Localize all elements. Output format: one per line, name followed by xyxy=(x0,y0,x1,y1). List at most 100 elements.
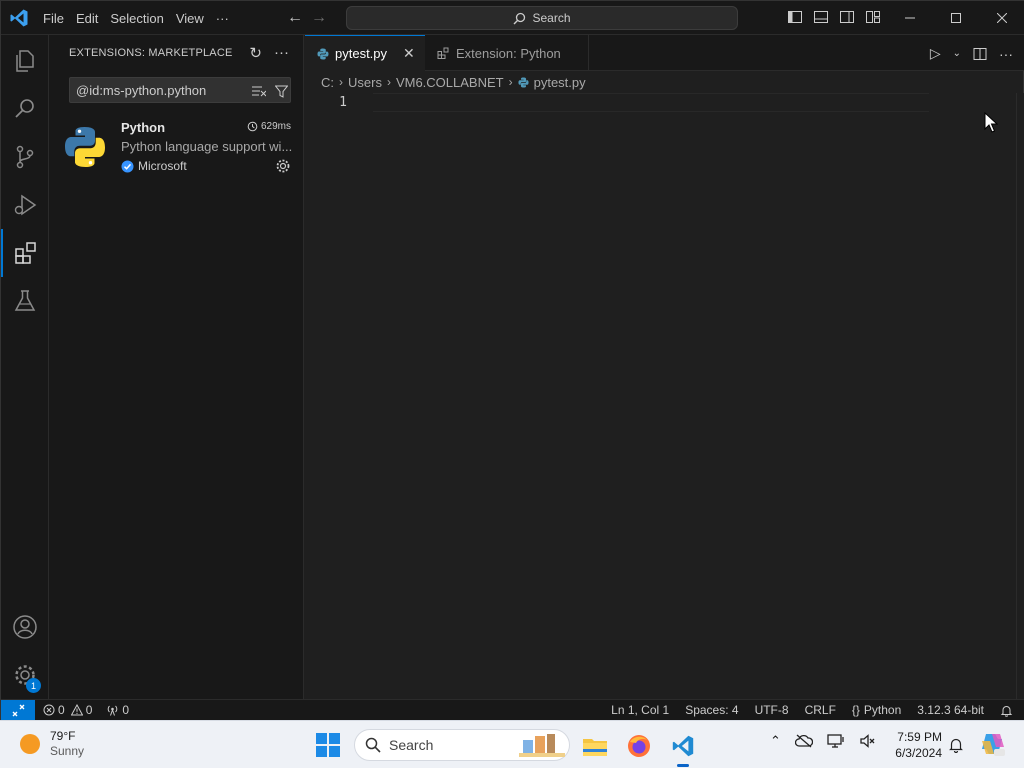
window-controls xyxy=(887,1,1024,35)
problems-indicator[interactable]: 0 0 xyxy=(43,703,92,717)
extensions-activity[interactable] xyxy=(1,229,49,277)
warning-count: 0 xyxy=(85,703,93,717)
extension-search-box xyxy=(69,77,291,103)
vscode-taskbar-icon[interactable] xyxy=(666,729,700,767)
menu-selection[interactable]: Selection xyxy=(104,11,169,26)
breadcrumb-file[interactable]: pytest.py xyxy=(534,75,586,90)
editor-scrollbar[interactable] xyxy=(1016,93,1017,699)
toggle-panel-icon[interactable] xyxy=(813,9,829,25)
editor-actions: ▷ ⌄ ··· xyxy=(930,45,1013,62)
publisher-name: Microsoft xyxy=(138,159,187,173)
weather-widget[interactable]: 79°F Sunny xyxy=(20,729,84,759)
language-mode[interactable]: {} Python xyxy=(852,703,901,717)
extension-description: Python language support wi... xyxy=(121,139,293,154)
run-options-chevron-icon[interactable]: ⌄ xyxy=(953,48,961,59)
vscode-logo-icon[interactable] xyxy=(9,8,29,28)
explorer-activity[interactable] xyxy=(1,37,49,85)
extensions-sidebar: EXTENSIONS: MARKETPLACE ↻ ··· Python xyxy=(49,35,304,699)
clear-filter-icon[interactable] xyxy=(250,82,268,100)
menu-file[interactable]: File xyxy=(37,11,70,26)
menu-view[interactable]: View xyxy=(170,11,210,26)
indentation[interactable]: Spaces: 4 xyxy=(685,703,738,717)
accounts-activity[interactable] xyxy=(1,603,49,651)
run-debug-activity[interactable] xyxy=(1,181,49,229)
start-button-windows-icon[interactable] xyxy=(316,733,340,757)
ports-indicator[interactable]: 0 xyxy=(106,703,129,717)
forward-arrow-icon[interactable]: → xyxy=(311,9,327,27)
copilot-icon[interactable] xyxy=(980,731,1006,757)
split-editor-icon[interactable] xyxy=(973,47,987,61)
broadcast-icon xyxy=(108,705,118,716)
more-actions-icon[interactable]: ··· xyxy=(274,44,289,62)
run-python-file-icon[interactable]: ▷ xyxy=(930,45,941,62)
source-control-activity[interactable] xyxy=(1,133,49,181)
close-window-button[interactable] xyxy=(979,1,1024,35)
notification-bell-icon[interactable] xyxy=(948,737,964,753)
cursor-position[interactable]: Ln 1, Col 1 xyxy=(611,703,669,717)
search-highlight-icon xyxy=(519,734,565,757)
mouse-pointer-icon xyxy=(984,112,998,133)
file-explorer-taskbar-icon[interactable] xyxy=(578,729,612,763)
status-bar: 0 0 0 Ln 1, Col 1 Spaces: 4 UTF-8 CRLF {… xyxy=(1,699,1024,721)
python-interpreter[interactable]: 3.12.3 64-bit xyxy=(917,703,984,717)
activation-time-text: 629ms xyxy=(260,121,291,132)
error-icon xyxy=(43,704,55,716)
onedrive-offline-icon[interactable] xyxy=(794,734,813,748)
breadcrumb: C: › Users › VM6.COLLABNET › pytest.py xyxy=(305,71,1024,93)
taskbar-clock[interactable]: 7:59 PM 6/3/2024 xyxy=(880,729,942,761)
toggle-primary-sidebar-icon[interactable] xyxy=(787,9,803,25)
taskbar-search[interactable]: Search xyxy=(354,729,570,761)
layout-controls xyxy=(787,9,881,25)
language-label: Python xyxy=(863,703,902,717)
encoding[interactable]: UTF-8 xyxy=(755,703,789,717)
breadcrumb-user-folder[interactable]: VM6.COLLABNET xyxy=(396,75,504,90)
files-icon xyxy=(16,50,34,72)
volume-muted-icon[interactable] xyxy=(859,733,877,749)
search-activity[interactable] xyxy=(1,85,49,133)
breadcrumb-users[interactable]: Users xyxy=(348,75,382,90)
clock-time: 7:59 PM xyxy=(897,730,942,744)
manage-activity[interactable]: 1 xyxy=(1,651,49,699)
tab-label: pytest.py xyxy=(335,46,388,61)
search-icon xyxy=(15,99,34,118)
error-count: 0 xyxy=(58,703,65,717)
refresh-icon[interactable]: ↻ xyxy=(249,44,262,62)
menu-edit[interactable]: Edit xyxy=(70,11,104,26)
chevron-right-icon: › xyxy=(508,75,513,89)
more-actions-icon[interactable]: ··· xyxy=(999,46,1013,62)
notifications-bell-icon[interactable] xyxy=(1000,704,1013,717)
python-logo-icon xyxy=(65,127,105,167)
extension-search-input[interactable] xyxy=(76,81,246,99)
tab-pytest[interactable]: pytest.py ✕ xyxy=(305,35,425,71)
clock-date: 6/3/2024 xyxy=(895,746,942,760)
menu-more[interactable]: ··· xyxy=(210,11,235,26)
system-tray: ⌃ xyxy=(770,733,877,749)
toggle-secondary-sidebar-icon[interactable] xyxy=(839,9,855,25)
minimize-button[interactable] xyxy=(887,1,933,35)
show-hidden-icons-chevron-icon[interactable]: ⌃ xyxy=(770,733,781,749)
title-bar: File Edit Selection View ··· ← → Search xyxy=(1,1,1024,35)
manage-gear-icon[interactable] xyxy=(275,158,291,174)
firefox-taskbar-icon[interactable] xyxy=(622,729,656,763)
network-display-icon[interactable] xyxy=(827,733,845,749)
customize-layout-icon[interactable] xyxy=(865,9,881,25)
code-editor[interactable]: 1 xyxy=(305,93,1024,699)
extension-list-item[interactable]: Python 629ms Python language support wi.… xyxy=(49,115,303,179)
back-arrow-icon[interactable]: ← xyxy=(287,9,303,27)
remote-indicator[interactable] xyxy=(1,700,35,721)
weather-desc: Sunny xyxy=(50,744,85,758)
filter-icon[interactable] xyxy=(272,82,290,100)
vscode-window: File Edit Selection View ··· ← → Search xyxy=(0,0,1024,721)
line-ending[interactable]: CRLF xyxy=(805,703,836,717)
search-icon xyxy=(365,737,381,753)
source-control-icon xyxy=(16,145,34,169)
activation-time: 629ms xyxy=(247,121,291,132)
testing-activity[interactable] xyxy=(1,277,49,325)
tab-extension-python[interactable]: Extension: Python xyxy=(425,35,589,71)
breadcrumb-drive[interactable]: C: xyxy=(321,75,334,90)
status-left: 0 0 0 xyxy=(43,703,129,717)
close-tab-icon[interactable]: ✕ xyxy=(403,45,415,62)
maximize-button[interactable] xyxy=(933,1,979,35)
command-center[interactable]: Search xyxy=(346,6,738,30)
ports-count: 0 xyxy=(122,703,130,717)
